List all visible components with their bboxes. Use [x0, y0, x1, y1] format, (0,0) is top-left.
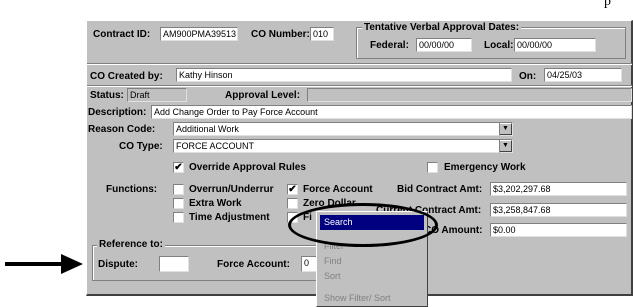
- reason-code-dropdown[interactable]: ▼: [499, 122, 513, 136]
- approval-level-field: [307, 88, 632, 102]
- description-field[interactable]: Add Change Order to Pay Force Account: [151, 105, 632, 119]
- overrun-underrun-checkbox[interactable]: [173, 184, 184, 195]
- menu-item-sort[interactable]: Sort: [320, 269, 424, 284]
- reference-force-account-field[interactable]: 0: [301, 256, 317, 272]
- time-adjustment-checkbox[interactable]: [173, 212, 184, 223]
- divider: [87, 63, 632, 65]
- force-account-checkbox[interactable]: ✔: [287, 184, 298, 195]
- contract-id-label: Contract ID:: [93, 29, 151, 40]
- co-amount-field[interactable]: $0.00: [490, 223, 627, 237]
- zero-dollar-checkbox[interactable]: [287, 198, 298, 209]
- extra-work-label: Extra Work: [189, 198, 242, 209]
- extra-work-checkbox[interactable]: [173, 198, 184, 209]
- reference-label: Reference to:: [97, 239, 165, 250]
- divider: [87, 85, 632, 87]
- description-label: Description:: [88, 107, 147, 118]
- approval-level-label: Approval Level:: [225, 90, 301, 101]
- federal-label: Federal:: [370, 40, 409, 51]
- time-adjustment-label: Time Adjustment: [189, 212, 270, 223]
- reason-code-label: Reason Code:: [88, 124, 156, 135]
- emergency-work-checkbox[interactable]: [427, 162, 438, 173]
- page-text-fragment: p: [604, 0, 611, 9]
- menu-item-find[interactable]: Find: [320, 254, 424, 269]
- chevron-down-icon: ▼: [500, 123, 512, 135]
- functions-label: Functions:: [106, 184, 158, 195]
- override-approval-label: Override Approval Rules: [189, 162, 306, 173]
- local-label: Local:: [484, 40, 514, 51]
- co-number-label: CO Number:: [251, 29, 310, 40]
- reason-code-select[interactable]: Additional Work: [173, 122, 513, 136]
- bid-contract-field: $3,202,297.68: [490, 182, 627, 196]
- contract-id-field[interactable]: AM900PMA39513: [160, 27, 238, 41]
- on-date-field[interactable]: 04/25/03: [544, 68, 622, 82]
- override-approval-checkbox[interactable]: ✔: [173, 162, 184, 173]
- co-type-label: CO Type:: [119, 141, 163, 152]
- status-label: Status:: [90, 90, 124, 101]
- arrow-right-icon: [5, 254, 83, 274]
- menu-item-show-filter-sort[interactable]: Show Filter/ Sort: [320, 291, 424, 306]
- dispute-field[interactable]: [159, 256, 189, 272]
- on-label: On:: [519, 71, 537, 82]
- created-by-field[interactable]: Kathy Hinson: [176, 68, 512, 82]
- co-type-dropdown[interactable]: ▼: [499, 139, 513, 153]
- co-number-field[interactable]: 010: [310, 27, 334, 41]
- bid-contract-label: Bid Contract Amt:: [397, 184, 483, 195]
- emergency-work-label: Emergency Work: [444, 162, 526, 173]
- chevron-down-icon: ▼: [500, 140, 512, 152]
- overrun-underrun-label: Overrun/Underrur: [189, 184, 274, 195]
- current-contract-field: $3,258,847.68: [490, 203, 627, 217]
- tentative-approval-label: Tentative Verbal Approval Dates:: [362, 22, 522, 33]
- highlight-ellipse: [288, 203, 438, 247]
- reference-force-account-label: Force Account:: [217, 259, 290, 270]
- federal-date-field[interactable]: 00/00/00: [416, 38, 472, 52]
- dispute-label: Dispute:: [98, 259, 138, 270]
- created-by-label: CO Created by:: [90, 71, 163, 82]
- status-field: Draft: [127, 88, 187, 102]
- local-date-field[interactable]: 00/00/00: [514, 38, 596, 52]
- force-account-label: Force Account: [303, 184, 373, 195]
- co-type-select[interactable]: FORCE ACCOUNT: [173, 139, 513, 153]
